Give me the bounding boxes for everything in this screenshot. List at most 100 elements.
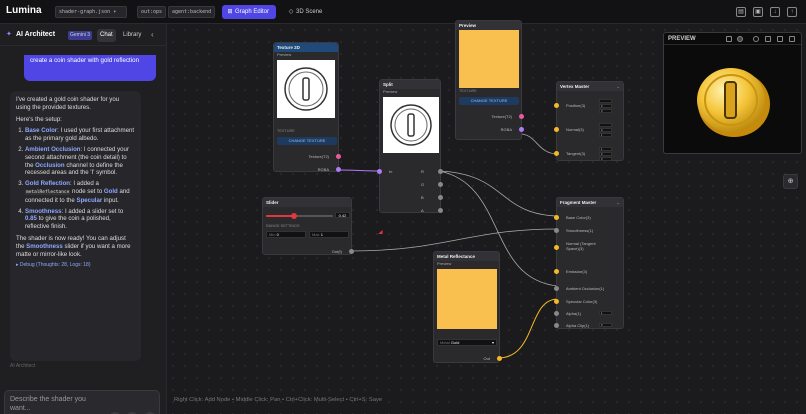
metal-select[interactable]: Metal Gold ▾ xyxy=(437,339,497,346)
file-chip-label: shader-graph.json xyxy=(59,9,111,15)
node-title: Fragment Master xyxy=(560,200,597,205)
settings-icon[interactable] xyxy=(777,36,783,42)
save-icon[interactable]: ▣ xyxy=(753,7,763,17)
change-texture-button[interactable]: CHANGE TEXTURE xyxy=(277,137,337,145)
default-z[interactable]: 0 xyxy=(599,109,612,113)
download-icon[interactable]: ↓ xyxy=(770,7,780,17)
input-port[interactable] xyxy=(554,151,559,156)
assistant-steps: Base Color: I used your first attachment… xyxy=(16,127,135,231)
input-port[interactable] xyxy=(554,215,559,220)
tab-library[interactable]: Library xyxy=(120,29,144,42)
input-port[interactable] xyxy=(554,299,559,304)
collapse-icon[interactable]: ‹ xyxy=(151,30,154,39)
default-z[interactable]: 1 xyxy=(599,133,612,137)
max-value: 1 xyxy=(320,232,323,237)
default-y[interactable]: 0 xyxy=(599,152,612,156)
alpha-clip-value[interactable]: 0 xyxy=(599,323,612,327)
default-x[interactable]: 1 xyxy=(599,147,612,151)
default-x[interactable] xyxy=(599,123,612,127)
default-x[interactable] xyxy=(599,99,612,103)
graph-canvas[interactable]: Texture 2D Preview TEXTURE CHANGE TEXTUR… xyxy=(167,20,806,414)
user-message: create a coin shader with gold reflectio… xyxy=(24,55,156,81)
app-title: Lumina xyxy=(6,5,42,16)
default-z[interactable]: 0 xyxy=(599,157,612,161)
node-header: Slider xyxy=(263,198,351,207)
metal-reflectance-node[interactable]: Metal Reflectance Preview Metal Gold ▾ Ou… xyxy=(433,251,502,363)
coin-detail-image xyxy=(390,104,432,146)
vertex-master-node[interactable]: Vertex Master ⌄ Position(3) 00 Normal(3) … xyxy=(554,81,624,161)
input-label: Normal(3) xyxy=(566,127,584,132)
sidebar-title: AI Architect xyxy=(16,31,56,38)
output-port[interactable] xyxy=(336,154,341,159)
output-port[interactable] xyxy=(497,356,502,361)
input-port[interactable] xyxy=(554,127,559,132)
tab-3d-scene[interactable]: ◇ 3D Scene xyxy=(283,5,327,19)
sphere-icon[interactable] xyxy=(737,36,743,42)
slider-knob[interactable] xyxy=(291,213,298,219)
output-port[interactable] xyxy=(519,114,524,119)
output-port[interactable] xyxy=(438,182,443,187)
input-port[interactable] xyxy=(554,311,559,316)
output-port[interactable] xyxy=(349,249,354,254)
max-field[interactable]: Max 1 xyxy=(309,231,349,238)
circle-icon[interactable] xyxy=(753,36,759,42)
slider-node[interactable]: Slider 0.42 RANGE SETTINGS Min 0 Max 1 O… xyxy=(262,197,354,255)
input-port[interactable] xyxy=(554,269,559,274)
metal-preview xyxy=(437,269,497,329)
tab-graph-editor[interactable]: ⊞ Graph Editor xyxy=(222,5,276,19)
texture-2d-node-b[interactable]: Preview TEXTURE CHANGE TEXTURE Texture(T… xyxy=(455,20,524,140)
assistant-name: AI Architect xyxy=(10,363,36,369)
step-text: : I added a slider set to xyxy=(61,207,124,215)
top-bar: Lumina shader-graph.json ▾ out:ops agent… xyxy=(0,0,806,24)
output-port[interactable] xyxy=(336,167,341,172)
slider-value[interactable]: 0.42 xyxy=(335,212,350,218)
document-icon[interactable]: ▤ xyxy=(736,7,746,17)
step-title: Smoothness xyxy=(25,207,62,215)
output-port[interactable] xyxy=(519,127,524,132)
preview-panel: PREVIEW xyxy=(663,32,802,154)
change-texture-button[interactable]: CHANGE TEXTURE xyxy=(459,97,519,105)
input-port[interactable] xyxy=(554,103,559,108)
input-label: Base Color(3) xyxy=(566,215,591,220)
zoom-icon[interactable]: ⊕ xyxy=(783,174,798,189)
step-title: Ambient Occlusion xyxy=(25,145,81,153)
tab-3d-scene-label: 3D Scene xyxy=(296,9,323,15)
output-port[interactable] xyxy=(438,208,443,213)
range-settings-label: RANGE SETTINGS xyxy=(266,224,300,228)
upload-icon[interactable]: ↑ xyxy=(787,7,797,17)
input-label: Smoothness(1) xyxy=(566,228,594,233)
step-highlight: 0.85 xyxy=(25,215,37,223)
input-port[interactable] xyxy=(554,228,559,233)
input-label: In xyxy=(389,169,393,174)
square-icon[interactable] xyxy=(726,36,732,42)
debug-toggle[interactable]: ▸ Debug (Thoughts: 28, Logs: 18) xyxy=(16,262,135,270)
chat-input[interactable] xyxy=(10,395,100,414)
tab-chat[interactable]: Chat xyxy=(97,29,116,42)
split-node[interactable]: Split Preview In R G B A xyxy=(377,79,443,213)
input-port[interactable] xyxy=(554,245,559,250)
fragment-master-node[interactable]: Fragment Master ⌄ Base Color(3) Smoothnes… xyxy=(554,197,624,329)
alpha-value[interactable]: 1 xyxy=(599,311,612,315)
default-y[interactable]: 0 xyxy=(599,104,612,108)
output-port[interactable] xyxy=(438,169,443,174)
refresh-icon[interactable] xyxy=(789,36,795,42)
input-port[interactable] xyxy=(554,286,559,291)
output-label: RGBA xyxy=(500,127,512,132)
wire xyxy=(497,298,559,359)
output-label: RGBA xyxy=(317,167,329,172)
output-port[interactable] xyxy=(438,195,443,200)
chevron-down-icon[interactable]: ⌄ xyxy=(616,198,620,207)
texture-2d-node[interactable]: Texture 2D Preview TEXTURE CHANGE TEXTUR… xyxy=(273,42,341,172)
min-field[interactable]: Min 0 xyxy=(266,231,306,238)
default-y[interactable]: 0 xyxy=(599,128,612,132)
output-label: A xyxy=(421,208,424,213)
outro-highlight: Smoothness xyxy=(26,242,63,250)
input-port[interactable] xyxy=(554,323,559,328)
node-header: Preview xyxy=(456,21,521,30)
cube-icon[interactable] xyxy=(765,36,771,42)
node-title: Texture 2D xyxy=(277,45,300,50)
input-port[interactable] xyxy=(377,169,382,174)
agent-chip: agent:backend xyxy=(168,6,216,18)
chevron-down-icon[interactable]: ⌄ xyxy=(616,82,620,91)
file-chip[interactable]: shader-graph.json ▾ xyxy=(55,6,127,18)
